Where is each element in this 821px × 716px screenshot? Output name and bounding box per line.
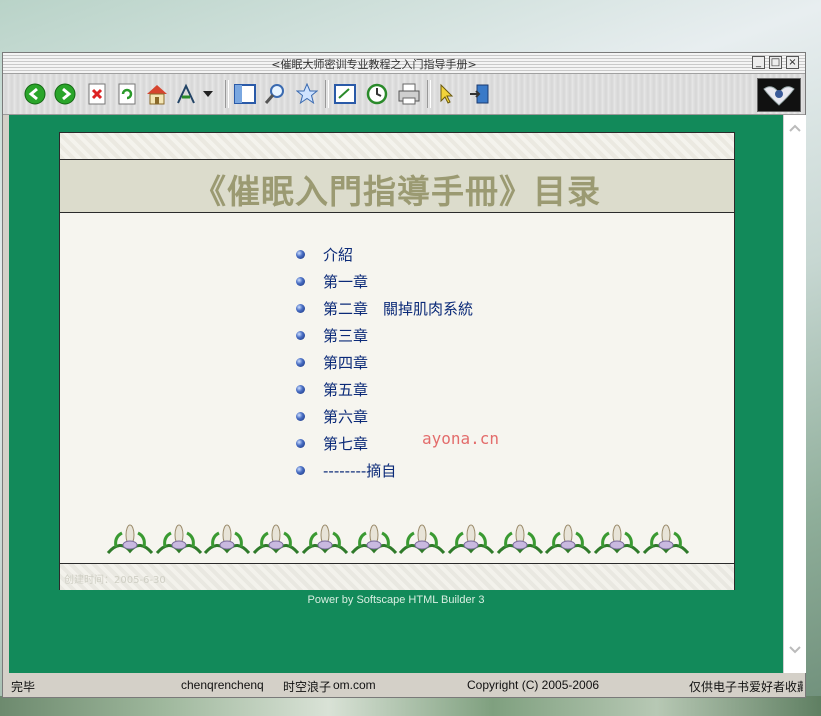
status-note: 仅供电子书爱好者收藏 (689, 680, 803, 694)
toc-link[interactable]: 第七章 (323, 433, 368, 454)
font-size-icon[interactable] (175, 82, 199, 106)
back-icon[interactable] (23, 82, 47, 106)
status-bar: 完毕 chenqrenchenq 时空浪子 om.com Copyright (… (9, 675, 805, 695)
bullet-icon (296, 304, 305, 313)
title-bar[interactable]: <催眠大师密训专业教程之入门指导手册> _ □ × (3, 53, 805, 74)
toolbar-separator (225, 80, 229, 108)
flower-icon (447, 524, 495, 555)
toc-item-chapter-1[interactable]: 第一章 (296, 268, 473, 295)
flower-icon (204, 524, 251, 555)
flower-icon (594, 524, 641, 555)
maximize-button[interactable]: □ (769, 56, 782, 69)
flower-icon (155, 524, 202, 555)
toc-item-chapter-2[interactable]: 第二章 關掉肌肉系統 (296, 295, 473, 322)
close-button[interactable]: × (786, 56, 799, 69)
app-logo-icon (757, 78, 801, 112)
status-author-2: 时空浪子 (283, 680, 332, 694)
forward-icon[interactable] (53, 82, 77, 106)
toc-link[interactable]: 第三章 (323, 325, 368, 346)
bullet-icon (296, 331, 305, 340)
contents-icon[interactable] (233, 82, 257, 106)
dropdown-arrow-icon[interactable] (201, 82, 215, 106)
toc-item-intro[interactable]: 介紹 (296, 241, 473, 268)
status-text: 完毕 (11, 680, 36, 694)
toc-item-chapter-6[interactable]: 第六章 (296, 403, 473, 430)
flower-icon (545, 524, 592, 555)
toc-link[interactable]: 第一章 (323, 271, 368, 292)
flower-icon (301, 524, 349, 555)
search-icon[interactable] (263, 82, 287, 106)
page-viewport: 《催眠入門指導手冊》目录 介紹 第一章 第二章 關掉肌肉系統 第三章 第四章 第… (9, 115, 783, 673)
favorites-icon[interactable] (295, 82, 319, 106)
content-panel: 《催眠入門指導手冊》目录 介紹 第一章 第二章 關掉肌肉系統 第三章 第四章 第… (59, 132, 735, 590)
toc-link[interactable]: 第四章 (323, 352, 368, 373)
flower-icon (399, 524, 446, 555)
flower-icon (350, 524, 397, 555)
toolbar-separator (427, 80, 431, 108)
status-copyright: Copyright (C) 2005-2006 (467, 678, 600, 692)
bullet-icon (296, 277, 305, 286)
status-site: om.com (333, 678, 376, 692)
powered-by-text: Power by Softscape HTML Builder 3 (307, 594, 485, 606)
toc-item-chapter-4[interactable]: 第四章 (296, 349, 473, 376)
toc-link[interactable]: 第六章 (323, 406, 368, 427)
print-icon[interactable] (397, 82, 421, 106)
browser-window: <催眠大师密训专业教程之入门指导手册> _ □ × 《催眠入門指導手冊》目录 介… (2, 52, 806, 698)
flower-icon (106, 524, 154, 555)
bullet-icon (296, 439, 305, 448)
created-date: 创建时间：2005-6-30 (64, 575, 166, 586)
page-title: 《催眠入門指導手冊》目录 (193, 172, 601, 211)
window-title: <催眠大师密训专业教程之入门指导手册> (271, 58, 477, 71)
bullet-icon (296, 358, 305, 367)
refresh-icon[interactable] (115, 82, 139, 106)
toc-item-chapter-5[interactable]: 第五章 (296, 376, 473, 403)
toc-link[interactable]: 第五章 (323, 379, 368, 400)
bullet-icon (296, 412, 305, 421)
flower-icon (253, 524, 300, 555)
toc-item-chapter-3[interactable]: 第三章 (296, 322, 473, 349)
bullet-icon (296, 466, 305, 475)
toc-link[interactable]: 第二章 關掉肌肉系統 (323, 298, 473, 319)
status-author-1: chenqrenchenq (181, 678, 264, 692)
minimize-button[interactable]: _ (752, 56, 765, 69)
exit-icon[interactable] (467, 82, 491, 106)
watermark-text: ayona.cn (422, 429, 500, 448)
title-band: 《催眠入門指導手冊》目录 (60, 160, 734, 213)
toolbar (3, 74, 805, 115)
desktop-background (0, 696, 821, 716)
panel-footer-pattern: 创建时间：2005-6-30 (60, 563, 734, 590)
flower-icon (496, 524, 543, 555)
home-icon[interactable] (145, 82, 169, 106)
panel-header-pattern (60, 133, 734, 160)
pointer-icon[interactable] (435, 82, 459, 106)
toc-item-excerpt[interactable]: --------摘自 (296, 457, 473, 484)
toc-link[interactable]: 介紹 (323, 244, 353, 265)
bullet-icon (296, 250, 305, 259)
toc-link[interactable]: --------摘自 (323, 460, 396, 481)
stop-icon[interactable] (85, 82, 109, 106)
vertical-scrollbar[interactable] (783, 115, 806, 673)
toolbar-separator (325, 80, 329, 108)
history-icon[interactable] (365, 82, 389, 106)
flower-icon (642, 524, 690, 555)
bullet-icon (296, 385, 305, 394)
flower-border-decoration (106, 523, 690, 557)
fullscreen-icon[interactable] (333, 82, 357, 106)
